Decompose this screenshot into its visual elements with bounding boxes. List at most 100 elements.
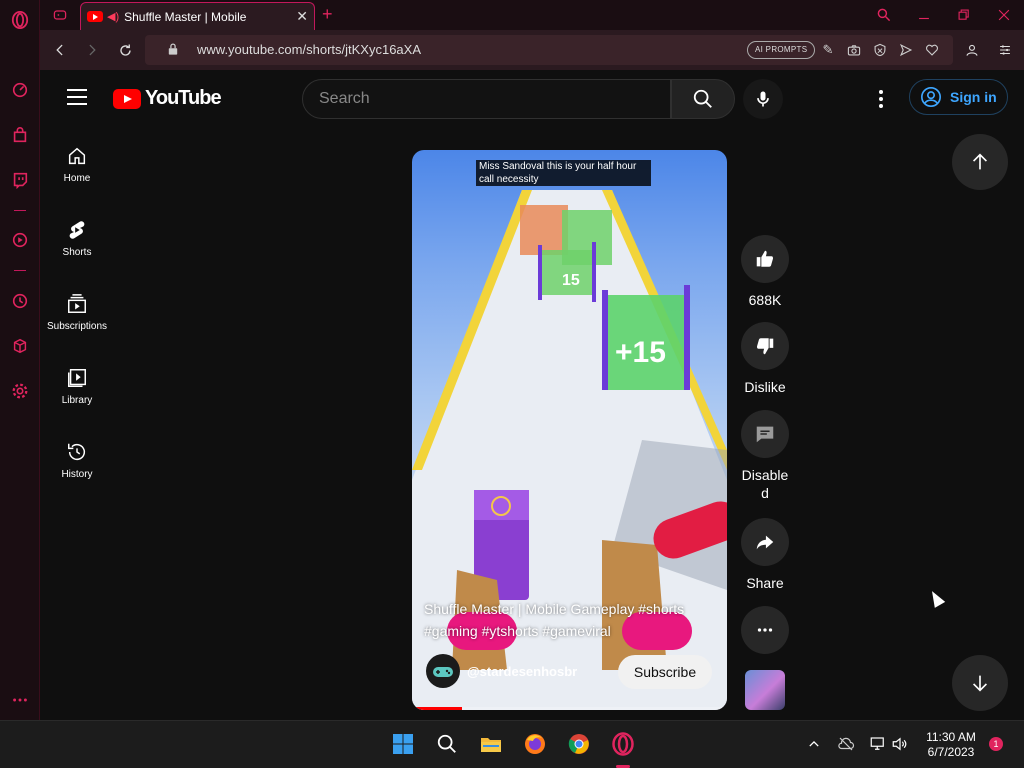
edit-icon[interactable]: ✎ [820,42,836,58]
search-button[interactable] [671,79,735,119]
show-hidden-icons-chevron-icon[interactable] [805,735,823,753]
back-button[interactable] [50,40,70,60]
next-short-button[interactable] [952,655,1008,711]
youtube-sidebar: Home Shorts Subscriptions Library Histor… [41,127,113,720]
taskbar-search-icon[interactable] [434,731,460,757]
restore-button[interactable] [954,5,974,25]
youtube-favicon-icon [87,11,103,22]
file-explorer-icon[interactable] [478,731,504,757]
more-horizontal-icon [757,628,773,632]
onedrive-cloud-icon[interactable] [837,735,855,753]
account-icon [921,87,941,107]
subscribe-button[interactable]: Subscribe [618,655,712,689]
opera-sidebar [0,0,40,720]
sign-in-label: Sign in [950,89,997,105]
profile-icon[interactable] [962,40,982,60]
sidebar-item-label: Library [61,394,93,406]
notification-badge[interactable]: 1 [989,737,1003,751]
system-clock[interactable]: 11:30 AM 6/7/2023 [920,730,982,760]
windows-taskbar: 11:30 AM 6/7/2023 1 [0,720,1024,768]
network-icon[interactable] [869,735,887,753]
tab-active[interactable]: ◀) Shuffle Master | Mobile ✕ [80,2,315,30]
sidebar-item-library[interactable]: Library [41,349,113,423]
send-icon[interactable] [898,42,914,58]
sidebar-divider [14,210,26,211]
history-icon [68,443,86,460]
share-arrow-icon [756,535,774,550]
sidebar-item-label: Home [63,172,91,184]
sidebar-item-shorts[interactable]: Shorts [41,201,113,275]
shorts-icon [69,220,85,239]
voice-search-button[interactable] [743,79,783,119]
arrow-down-icon [972,675,988,692]
dislike-action: Dislike [740,322,790,396]
video-caption: Miss Sandoval this is your half hour cal… [476,160,651,186]
opera-logo-icon[interactable] [10,10,30,30]
speed-dial-icon[interactable] [10,80,30,100]
ad-block-icon[interactable] [872,42,888,58]
channel-avatar[interactable] [426,654,460,688]
sign-in-button[interactable]: Sign in [909,79,1008,115]
arrow-up-icon [972,153,988,170]
sidebar-item-home[interactable]: Home [41,127,113,201]
easy-setup-icon[interactable] [995,40,1015,60]
library-icon [68,368,86,387]
player-icon[interactable] [10,230,30,250]
reload-button[interactable] [115,40,135,60]
search-input[interactable] [319,88,649,110]
shopping-bag-icon[interactable] [10,125,30,145]
comments-button[interactable] [741,410,789,458]
youtube-wordmark: YouTube [145,87,222,109]
svg-text:15: 15 [562,272,580,289]
new-tab-button[interactable]: + [322,4,333,25]
video-progress-bar[interactable] [412,707,727,710]
workspace-icon[interactable] [50,5,70,25]
settings-more-icon[interactable] [871,87,891,111]
sidebar-item-subscriptions[interactable]: Subscriptions [41,275,113,349]
address-bar-row: www.youtube.com/shorts/jtKXyc16aXA AI PR… [40,30,1024,70]
url-field[interactable]: www.youtube.com/shorts/jtKXyc16aXA AI PR… [145,35,953,65]
history-clock-icon[interactable] [10,291,30,311]
screen: ◀) Shuffle Master | Mobile ✕ + www.youtu… [0,0,1024,768]
more-options-button[interactable] [741,606,789,654]
heart-icon[interactable] [924,42,940,58]
windows-start-icon[interactable] [390,731,416,757]
dislike-button[interactable] [741,322,789,370]
close-window-button[interactable] [994,5,1014,25]
like-count: 688K [748,292,782,308]
shorts-video-player[interactable]: +15 15 Miss Sandoval this is your half h… [412,150,727,710]
minimize-button[interactable] [914,5,934,25]
thumbs-down-icon [756,338,774,355]
sidebar-item-history[interactable]: History [41,423,113,497]
sound-thumbnail[interactable] [745,670,785,710]
chrome-icon[interactable] [566,731,592,757]
comments-label: Disabled [741,467,789,501]
like-button[interactable] [741,235,789,283]
previous-short-button[interactable] [952,134,1008,190]
camera-icon[interactable] [846,42,862,58]
tab-close-button[interactable]: ✕ [296,8,308,25]
comments-action: Disabled [740,410,790,502]
opera-taskbar-icon[interactable] [610,731,636,757]
settings-gear-icon[interactable] [10,381,30,401]
video-title[interactable]: Shuffle Master | Mobile Gameplay #shorts… [424,598,719,642]
speaker-icon[interactable]: ◀) [107,10,119,23]
more-dots-icon[interactable] [10,690,30,710]
volume-icon[interactable] [891,735,909,753]
cube-icon[interactable] [10,336,30,356]
microphone-icon [757,91,769,107]
share-button[interactable] [741,518,789,566]
share-action: Share [740,518,790,592]
home-icon [68,147,86,164]
menu-hamburger-icon[interactable] [67,89,87,105]
mouse-cursor [926,588,946,608]
sidebar-item-label: Shorts [62,246,92,258]
ai-prompts-button[interactable]: AI PROMPTS [747,41,816,59]
twitch-icon[interactable] [10,170,30,190]
channel-name[interactable]: @stardesenhosbr [467,664,577,679]
youtube-logo[interactable]: YouTube [113,87,222,110]
forward-button[interactable] [82,40,102,60]
tab-title: Shuffle Master | Mobile [124,9,247,24]
firefox-icon[interactable] [522,731,548,757]
search-tabs-icon[interactable] [874,5,894,25]
